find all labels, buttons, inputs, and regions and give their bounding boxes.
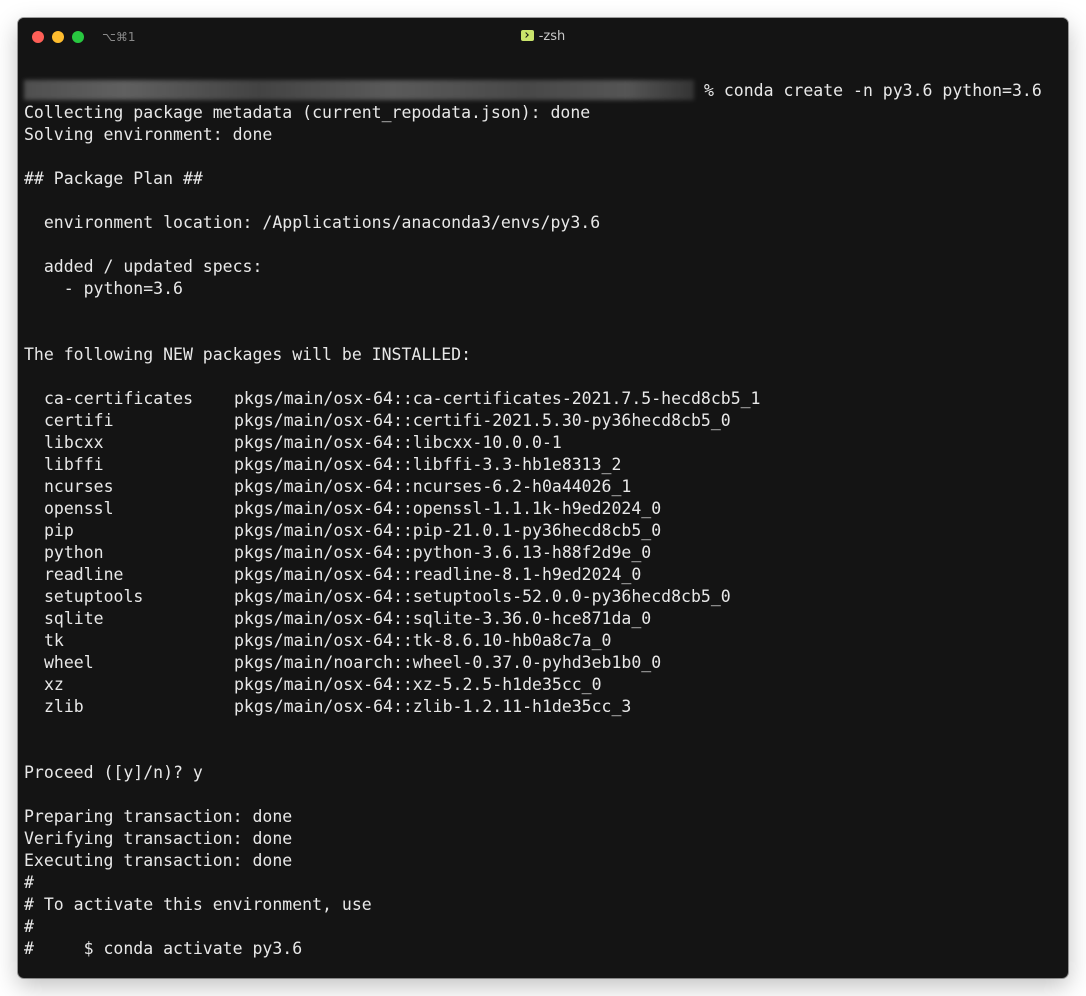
command-line: % conda create -n py3.6 python=3.6 (24, 80, 1062, 102)
package-name: ncurses (44, 477, 114, 496)
window-title-text: -zsh (538, 29, 566, 44)
package-spec: pkgs/main/osx-64::openssl-1.1.1k-h9ed202… (234, 499, 662, 518)
package-row: libffi pkgs/main/osx-64::libffi-3.3-hb1e8… (24, 454, 1062, 476)
package-name: ca-certificates (44, 389, 194, 408)
package-spec: pkgs/main/osx-64::sqlite-3.36.0-hce871da… (234, 609, 652, 628)
package-row: sqlite pkgs/main/osx-64::sqlite-3.36.0-hc… (24, 608, 1062, 630)
package-name: certifi (44, 411, 114, 430)
package-row: pip pkgs/main/osx-64::pip-21.0.1-py36hecd… (24, 520, 1062, 542)
package-spec: pkgs/main/osx-64::setuptools-52.0.0-py36… (234, 587, 731, 606)
output-line: Preparing transaction: done (24, 807, 293, 826)
package-row: ca-certificates pkgs/main/osx-64::ca-cert… (24, 388, 1062, 410)
package-spec: pkgs/main/osx-64::certifi-2021.5.30-py36… (234, 411, 731, 430)
terminal-icon (520, 30, 534, 41)
package-spec: pkgs/main/osx-64::xz-5.2.5-h1de35cc_0 (234, 675, 602, 694)
output-line: Solving environment: done (24, 125, 273, 144)
package-spec: pkgs/main/osx-64::libcxx-10.0.0-1 (234, 433, 562, 452)
output-line: Collecting package metadata (current_rep… (24, 103, 591, 122)
output-line: Verifying transaction: done (24, 829, 293, 848)
package-row: setuptools pkgs/main/osx-64::setuptools-5… (24, 586, 1062, 608)
package-row: ncurses pkgs/main/osx-64::ncurses-6.2-h0a… (24, 476, 1062, 498)
package-spec: pkgs/main/noarch::wheel-0.37.0-pyhd3eb1b… (234, 653, 662, 672)
output-line: added / updated specs: (24, 257, 263, 276)
title-bar: ⌥⌘1 -zsh (18, 18, 1068, 56)
package-spec: pkgs/main/osx-64::tk-8.6.10-hb0a8c7a_0 (234, 631, 612, 650)
terminal-window: ⌥⌘1 -zsh % conda create -n py3.6 python=… (18, 18, 1068, 978)
package-spec: pkgs/main/osx-64::zlib-1.2.11-h1de35cc_3 (234, 697, 632, 716)
package-name: zlib (44, 697, 84, 716)
package-name: setuptools (44, 587, 144, 606)
terminal-output[interactable]: % conda create -n py3.6 python=3.6 Colle… (24, 80, 1062, 960)
command-text: % conda create -n py3.6 python=3.6 (704, 81, 1042, 100)
package-name: openssl (44, 499, 114, 518)
package-row: certifi pkgs/main/osx-64::certifi-2021.5.… (24, 410, 1062, 432)
package-spec: pkgs/main/osx-64::ca-certificates-2021.7… (234, 389, 761, 408)
package-row: libcxx pkgs/main/osx-64::libcxx-10.0.0-1 (24, 432, 1062, 454)
package-spec: pkgs/main/osx-64::readline-8.1-h9ed2024_… (234, 565, 642, 584)
package-row: readline pkgs/main/osx-64::readline-8.1-h… (24, 564, 1062, 586)
package-spec: pkgs/main/osx-64::libffi-3.3-hb1e8313_2 (234, 455, 622, 474)
package-name: libcxx (44, 433, 104, 452)
output-line: The following NEW packages will be INSTA… (24, 345, 472, 364)
window-title: -zsh (18, 28, 1068, 46)
package-name: xz (44, 675, 64, 694)
output-line: environment location: /Applications/anac… (24, 213, 601, 232)
package-row: xz pkgs/main/osx-64::xz-5.2.5-h1de35cc_0 (24, 674, 1062, 696)
output-line: ## Package Plan ## (24, 169, 203, 188)
output-line: Proceed ([y]/n)? y (24, 763, 203, 782)
output-line: # (24, 873, 34, 892)
output-line: # (24, 917, 34, 936)
package-name: libffi (44, 455, 104, 474)
package-spec: pkgs/main/osx-64::pip-21.0.1-py36hecd8cb… (234, 521, 662, 540)
package-name: readline (44, 565, 124, 584)
output-line: Executing transaction: done (24, 851, 293, 870)
package-row: tk pkgs/main/osx-64::tk-8.6.10-hb0a8c7a_0 (24, 630, 1062, 652)
output-line: # To activate this environment, use (24, 895, 372, 914)
output-line: - python=3.6 (24, 279, 183, 298)
package-name: wheel (44, 653, 94, 672)
package-row: python pkgs/main/osx-64::python-3.6.13-h8… (24, 542, 1062, 564)
package-spec: pkgs/main/osx-64::python-3.6.13-h88f2d9e… (234, 543, 652, 562)
package-row: openssl pkgs/main/osx-64::openssl-1.1.1k-… (24, 498, 1062, 520)
package-row: wheel pkgs/main/noarch::wheel-0.37.0-pyhd… (24, 652, 1062, 674)
package-name: sqlite (44, 609, 104, 628)
package-name: python (44, 543, 104, 562)
output-line: # $ conda activate py3.6 (24, 939, 303, 958)
package-spec: pkgs/main/osx-64::ncurses-6.2-h0a44026_1 (234, 477, 632, 496)
package-name: pip (44, 521, 74, 540)
package-name: tk (44, 631, 64, 650)
redacted-prompt (24, 80, 694, 100)
package-row: zlib pkgs/main/osx-64::zlib-1.2.11-h1de35… (24, 696, 1062, 718)
